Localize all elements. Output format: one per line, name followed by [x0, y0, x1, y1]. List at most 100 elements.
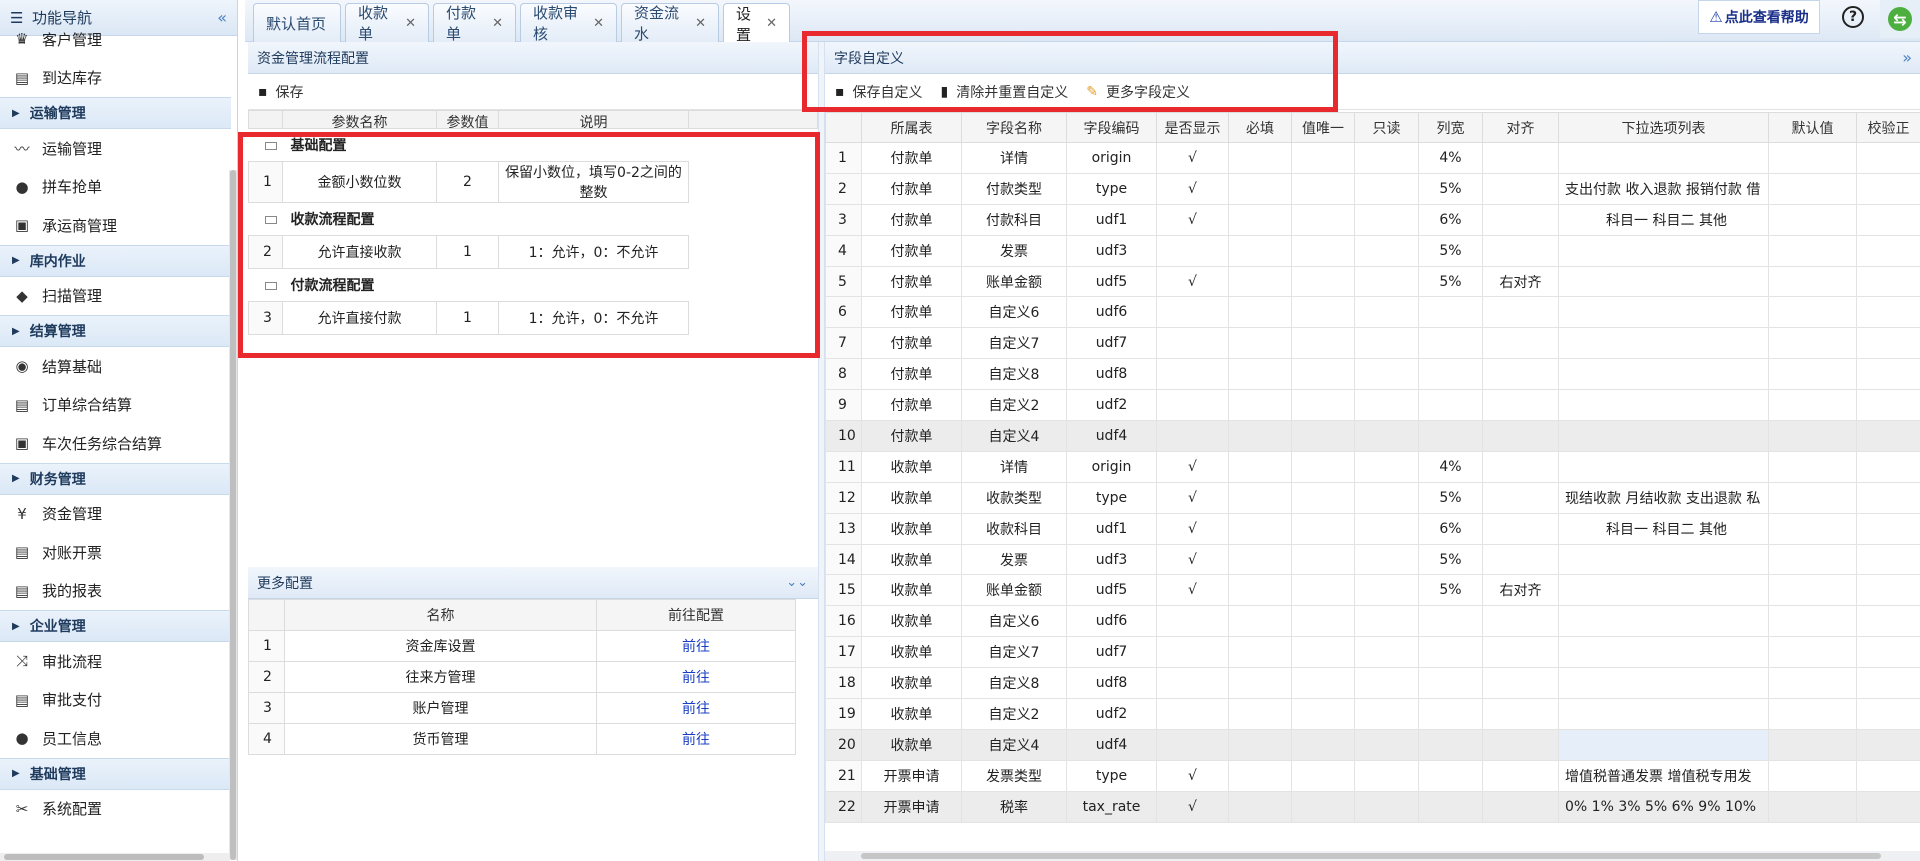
required-cell[interactable]	[1228, 450, 1292, 483]
validation-cell[interactable]	[1856, 142, 1920, 174]
param-value-cell[interactable]: 1	[436, 301, 499, 335]
align-cell[interactable]	[1482, 327, 1559, 360]
align-cell[interactable]: 右对齐	[1482, 574, 1559, 607]
options-cell[interactable]	[1558, 265, 1769, 298]
show-cell[interactable]: √	[1156, 172, 1229, 205]
options-cell[interactable]	[1558, 358, 1769, 391]
sidebar-item[interactable]: ¥ 资金管理	[0, 495, 231, 534]
config-group-row[interactable]: 收款流程配置	[249, 203, 818, 236]
table-row[interactable]: 8 付款单 自定义8 udf8	[825, 358, 1920, 391]
width-cell[interactable]	[1418, 358, 1483, 391]
align-cell[interactable]	[1482, 698, 1559, 730]
show-cell[interactable]	[1156, 667, 1229, 700]
readonly-cell[interactable]	[1354, 142, 1419, 174]
default-cell[interactable]	[1768, 450, 1857, 483]
sidebar-item[interactable]: ▤ 对账开票	[0, 533, 231, 572]
width-cell[interactable]	[1418, 605, 1483, 638]
align-cell[interactable]	[1482, 667, 1559, 700]
table-row[interactable]: 16 收款单 自定义6 udf6	[825, 605, 1920, 638]
unique-cell[interactable]	[1291, 574, 1355, 607]
close-icon[interactable]: ✕	[695, 16, 706, 31]
table-row[interactable]: 12 收款单 收款类型 type √ 5% 现结收款 月结收款 支出退款 私	[825, 481, 1920, 514]
default-cell[interactable]	[1768, 728, 1857, 761]
scrollbar-thumb[interactable]	[4, 854, 204, 860]
close-icon[interactable]: ✕	[593, 16, 604, 31]
table-row[interactable]: 11 收款单 详情 origin √ 4%	[825, 450, 1920, 483]
config-group-row[interactable]: 付款流程配置	[249, 269, 818, 302]
sidebar-item[interactable]: ♛ 客户管理	[0, 20, 231, 59]
sidebar-item[interactable]: ◉ 结算基础	[0, 347, 231, 386]
readonly-cell[interactable]	[1354, 389, 1419, 422]
default-cell[interactable]	[1768, 142, 1857, 174]
show-cell[interactable]: √	[1156, 142, 1229, 174]
readonly-cell[interactable]	[1354, 296, 1419, 329]
required-cell[interactable]	[1228, 759, 1292, 792]
default-cell[interactable]	[1768, 759, 1857, 792]
default-cell[interactable]	[1768, 327, 1857, 360]
config-row[interactable]: 1 金额小数位数 2 保留小数位，填写0-2之间的整数	[248, 161, 818, 203]
readonly-cell[interactable]	[1354, 265, 1419, 298]
required-cell[interactable]	[1228, 481, 1292, 514]
options-cell[interactable]: 科目一 科目二 其他	[1558, 203, 1769, 236]
required-cell[interactable]	[1228, 172, 1292, 205]
align-cell[interactable]	[1482, 172, 1559, 205]
sidebar-item[interactable]: ✂ 系统配置	[0, 790, 231, 829]
table-row[interactable]: 22 开票申请 税率 tax_rate √ 0% 1% 3% 5% 6% 9% 10%	[825, 790, 1920, 823]
param-value-cell[interactable]: 2	[436, 161, 499, 203]
scrollbar-thumb[interactable]	[861, 853, 1881, 859]
sidebar-item[interactable]: ● 拼车抢单	[0, 168, 231, 207]
readonly-cell[interactable]	[1354, 420, 1419, 452]
table-row[interactable]: 19 收款单 自定义2 udf2	[825, 698, 1920, 730]
align-cell[interactable]	[1482, 389, 1559, 422]
sidebar-item[interactable]: ▤ 审批支付	[0, 681, 231, 720]
show-cell[interactable]	[1156, 698, 1229, 730]
show-cell[interactable]: √	[1156, 512, 1229, 545]
sidebar-group[interactable]: ▶ 企业管理	[0, 610, 231, 642]
table-row[interactable]: 17 收款单 自定义7 udf7	[825, 636, 1920, 669]
close-icon[interactable]: ✕	[405, 16, 416, 31]
readonly-cell[interactable]	[1354, 698, 1419, 730]
table-row[interactable]: 14 收款单 发票 udf3 √ 5%	[825, 543, 1920, 576]
validation-cell[interactable]	[1856, 667, 1920, 700]
readonly-cell[interactable]	[1354, 203, 1419, 236]
required-cell[interactable]	[1228, 667, 1292, 700]
unique-cell[interactable]	[1291, 512, 1355, 545]
param-value-cell[interactable]: 1	[436, 235, 499, 269]
align-cell[interactable]	[1482, 450, 1559, 483]
sidebar-group[interactable]: ▶ 结算管理	[0, 315, 231, 347]
width-cell[interactable]: 5%	[1418, 234, 1483, 267]
unique-cell[interactable]	[1291, 327, 1355, 360]
options-cell[interactable]	[1558, 142, 1769, 174]
show-cell[interactable]: √	[1156, 203, 1229, 236]
horizontal-scrollbar[interactable]	[825, 851, 1920, 861]
collapse-group-icon[interactable]	[264, 282, 277, 290]
question-icon[interactable]: ?	[1842, 6, 1864, 28]
width-cell[interactable]: 5%	[1418, 481, 1483, 514]
show-cell[interactable]	[1156, 358, 1229, 391]
unique-cell[interactable]	[1291, 636, 1355, 669]
readonly-cell[interactable]	[1354, 728, 1419, 761]
width-cell[interactable]	[1418, 759, 1483, 792]
table-row[interactable]: 4 付款单 发票 udf3 5%	[825, 234, 1920, 267]
width-cell[interactable]	[1418, 728, 1483, 761]
tab-3[interactable]: 收款审核 ✕	[520, 3, 617, 43]
required-cell[interactable]	[1228, 790, 1292, 823]
default-cell[interactable]	[1768, 698, 1857, 730]
default-cell[interactable]	[1768, 512, 1857, 545]
width-cell[interactable]	[1418, 420, 1483, 452]
column-header[interactable]: 是否显示	[1156, 112, 1229, 143]
table-row[interactable]: 9 付款单 自定义2 udf2	[825, 389, 1920, 422]
goto-link[interactable]: 前往	[682, 701, 710, 717]
width-cell[interactable]	[1418, 790, 1483, 823]
align-cell[interactable]	[1482, 512, 1559, 545]
readonly-cell[interactable]	[1354, 358, 1419, 391]
show-cell[interactable]	[1156, 296, 1229, 329]
collapse-panel-icon[interactable]: ⌄⌄	[786, 575, 808, 590]
sidebar-scrollbar[interactable]	[229, 170, 237, 860]
show-cell[interactable]	[1156, 636, 1229, 669]
tab-2[interactable]: 付款单 ✕	[433, 3, 516, 43]
validation-cell[interactable]	[1856, 172, 1920, 205]
options-cell[interactable]	[1558, 636, 1769, 669]
scrollbar-thumb[interactable]	[230, 170, 236, 860]
readonly-cell[interactable]	[1354, 450, 1419, 483]
